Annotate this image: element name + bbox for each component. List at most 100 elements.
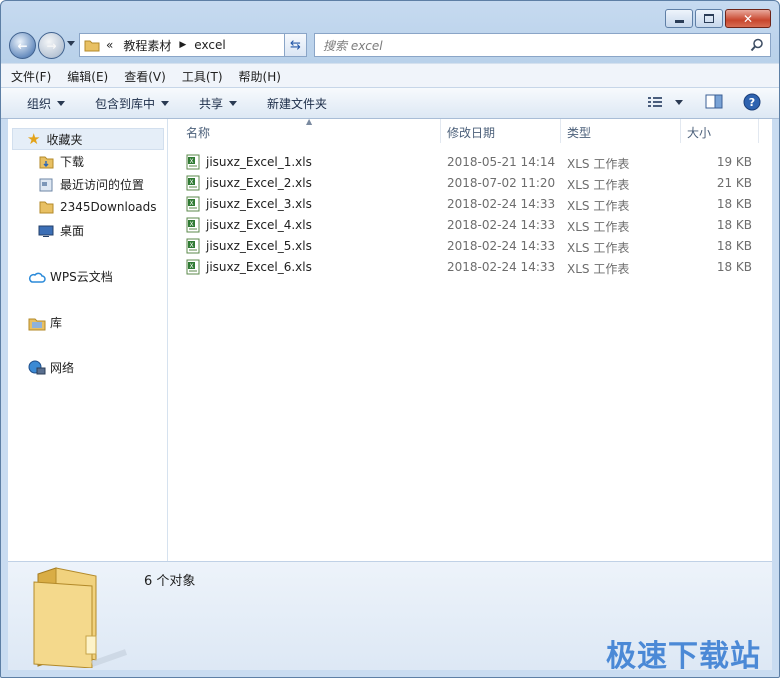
breadcrumb-overflow[interactable]: « xyxy=(106,38,113,52)
menu-view[interactable]: 查看(V) xyxy=(124,68,166,85)
file-list: ▲ 名称 修改日期 类型 大小 X jisuxz_Excel_1.xls 201… xyxy=(168,117,772,561)
column-headers: ▲ 名称 修改日期 类型 大小 xyxy=(168,117,772,143)
file-name[interactable]: jisuxz_Excel_6.xls xyxy=(206,260,312,274)
nav-item-label: 桌面 xyxy=(60,224,85,238)
new-folder-button[interactable]: 新建文件夹 xyxy=(267,95,327,112)
nav-item-desktop[interactable]: 桌面 xyxy=(38,222,84,239)
nav-favorites[interactable]: ★ 收藏夹 xyxy=(12,128,164,150)
file-type: XLS 工作表 xyxy=(567,262,630,276)
menu-bar: 文件(F) 编辑(E) 查看(V) 工具(T) 帮助(H) xyxy=(1,63,779,88)
file-type: XLS 工作表 xyxy=(567,157,630,171)
file-name[interactable]: jisuxz_Excel_2.xls xyxy=(206,176,312,190)
view-options-icon[interactable] xyxy=(647,95,663,109)
file-row[interactable]: X jisuxz_Excel_4.xls 2018-02-24 14:33 XL… xyxy=(168,215,772,236)
share-button[interactable]: 共享 xyxy=(199,95,238,112)
organize-button[interactable]: 组织 xyxy=(27,95,66,112)
network-icon xyxy=(28,360,46,374)
sort-arrow-icon: ▲ xyxy=(306,117,313,126)
chevron-down-icon xyxy=(57,100,66,106)
nav-item-recent-places[interactable]: 最近访问的位置 xyxy=(38,176,144,193)
menu-help[interactable]: 帮助(H) xyxy=(239,68,281,85)
column-header-type[interactable]: 类型 xyxy=(567,124,591,141)
breadcrumb-item[interactable]: excel xyxy=(194,38,225,52)
file-size: 18 KB xyxy=(716,239,752,253)
folder-icon xyxy=(39,201,54,214)
watermark-text: 极速下载站 xyxy=(606,639,761,674)
svg-text:X: X xyxy=(189,221,193,228)
svg-text:X: X xyxy=(189,179,193,186)
file-name[interactable]: jisuxz_Excel_1.xls xyxy=(206,155,312,169)
address-row: ← → « 教程素材 ▶ excel ⇆ 搜索 excel xyxy=(9,32,771,59)
file-type: XLS 工作表 xyxy=(567,241,630,255)
maximize-button[interactable] xyxy=(695,9,723,28)
file-row[interactable]: X jisuxz_Excel_3.xls 2018-02-24 14:33 XL… xyxy=(168,194,772,215)
file-type: XLS 工作表 xyxy=(567,220,630,234)
excel-file-icon: X xyxy=(186,217,200,236)
excel-file-icon: X xyxy=(186,196,200,215)
recent-places-icon xyxy=(39,178,53,191)
breadcrumb-separator-icon[interactable]: ▶ xyxy=(179,40,186,50)
help-icon[interactable]: ? xyxy=(743,93,761,111)
file-row[interactable]: X jisuxz_Excel_5.xls 2018-02-24 14:33 XL… xyxy=(168,236,772,257)
view-dropdown-icon[interactable] xyxy=(675,99,683,105)
file-name[interactable]: jisuxz_Excel_4.xls xyxy=(206,218,312,232)
nav-item-2345downloads[interactable]: 2345Downloads xyxy=(38,199,156,215)
nav-item-label: 下载 xyxy=(60,155,85,169)
breadcrumb-item[interactable]: 教程素材 xyxy=(123,37,171,54)
file-type: XLS 工作表 xyxy=(567,199,630,213)
file-size: 19 KB xyxy=(716,155,752,169)
preview-pane-icon[interactable] xyxy=(705,94,723,110)
file-modified: 2018-05-21 14:14 xyxy=(447,155,556,169)
menu-file[interactable]: 文件(F) xyxy=(11,68,51,85)
organize-label: 组织 xyxy=(27,96,52,111)
include-library-button[interactable]: 包含到库中 xyxy=(95,95,170,112)
new-folder-label: 新建文件夹 xyxy=(267,96,328,111)
chevron-down-icon xyxy=(229,100,238,106)
file-size: 18 KB xyxy=(716,197,752,211)
back-button[interactable]: ← xyxy=(9,32,36,59)
file-name[interactable]: jisuxz_Excel_3.xls xyxy=(206,197,312,211)
command-bar: 组织 包含到库中 共享 新建文件夹 ? xyxy=(1,87,779,119)
file-row[interactable]: X jisuxz_Excel_1.xls 2018-05-21 14:14 XL… xyxy=(168,152,772,173)
desktop-icon xyxy=(38,225,54,237)
nav-network-label: 网络 xyxy=(50,361,75,375)
nav-item-label: 最近访问的位置 xyxy=(60,178,145,192)
view-controls: ? xyxy=(647,93,761,111)
recent-pages-dropdown-icon[interactable] xyxy=(67,41,75,46)
file-name[interactable]: jisuxz_Excel_5.xls xyxy=(206,239,312,253)
item-count: 6 个对象 xyxy=(144,574,196,589)
nav-library[interactable]: 库 xyxy=(28,314,62,331)
address-bar[interactable]: « 教程素材 ▶ excel xyxy=(79,33,307,57)
menu-tools[interactable]: 工具(T) xyxy=(182,68,223,85)
nav-item-downloads[interactable]: 下载 xyxy=(38,153,84,170)
nav-network[interactable]: 网络 xyxy=(28,359,74,376)
file-row[interactable]: X jisuxz_Excel_2.xls 2018-07-02 11:20 XL… xyxy=(168,173,772,194)
include-library-label: 包含到库中 xyxy=(95,96,156,111)
svg-text:X: X xyxy=(189,263,193,270)
forward-button[interactable]: → xyxy=(38,32,65,59)
refresh-icon: ⇆ xyxy=(290,37,301,53)
back-arrow-icon: ← xyxy=(17,38,28,53)
file-modified: 2018-07-02 11:20 xyxy=(447,176,556,190)
downloads-folder-icon xyxy=(39,156,54,168)
explorer-window: ✕ ← → « 教程素材 ▶ excel ⇆ 搜索 excel 文件(F) 编辑… xyxy=(0,0,780,678)
column-header-size[interactable]: 大小 xyxy=(687,124,711,141)
share-label: 共享 xyxy=(199,96,224,111)
menu-edit[interactable]: 编辑(E) xyxy=(67,68,108,85)
column-header-name[interactable]: 名称 xyxy=(186,124,210,141)
forward-arrow-icon: → xyxy=(46,38,57,53)
search-input[interactable]: 搜索 excel xyxy=(314,33,771,57)
file-modified: 2018-02-24 14:33 xyxy=(447,260,556,274)
file-row[interactable]: X jisuxz_Excel_6.xls 2018-02-24 14:33 XL… xyxy=(168,257,772,278)
nav-favorites-label: 收藏夹 xyxy=(46,132,83,147)
nav-wps-cloud[interactable]: WPS云文档 xyxy=(28,268,113,285)
search-icon[interactable] xyxy=(750,38,764,52)
minimize-button[interactable] xyxy=(665,9,693,28)
svg-text:X: X xyxy=(189,200,193,207)
nav-wps-label: WPS云文档 xyxy=(50,270,113,284)
navigation-pane: ★ 收藏夹 下载 最近访问的位置 2345Downloads 桌面 WPS云文档… xyxy=(8,119,168,561)
close-button[interactable]: ✕ xyxy=(725,9,771,28)
column-header-modified[interactable]: 修改日期 xyxy=(447,124,495,141)
caption-buttons: ✕ xyxy=(663,9,771,28)
refresh-button[interactable]: ⇆ xyxy=(284,33,307,57)
